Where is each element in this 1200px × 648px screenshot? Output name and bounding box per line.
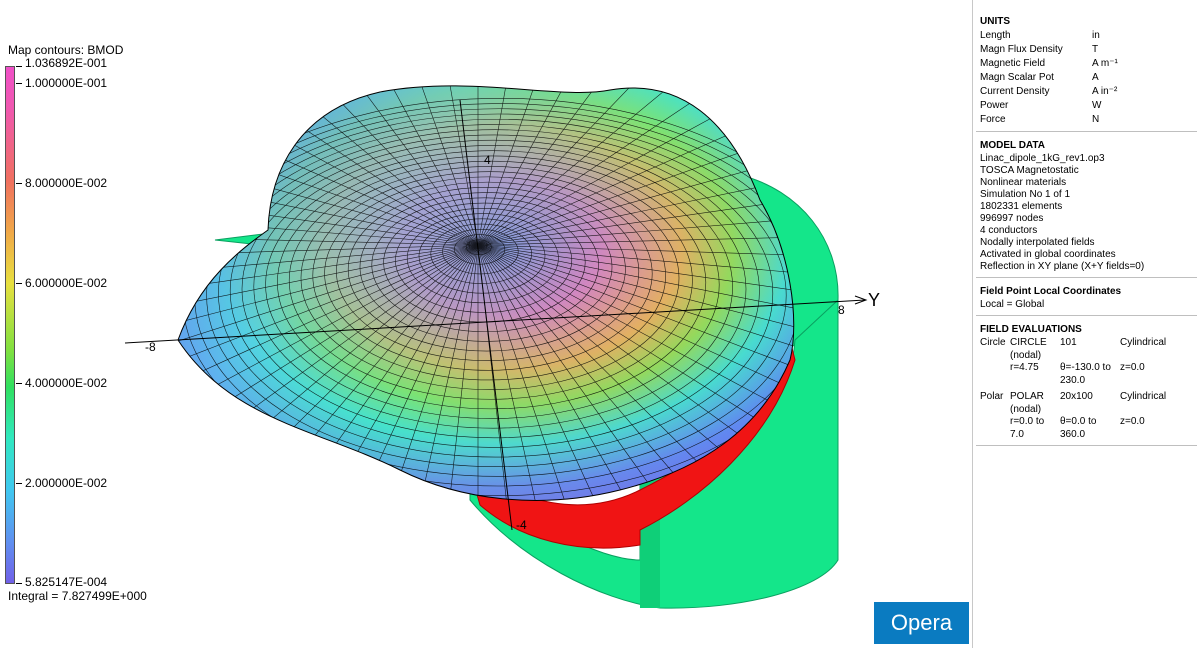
y-axis-name: Y: [868, 290, 881, 310]
unit-value: A: [1092, 72, 1099, 83]
opera-logo: Opera: [874, 602, 969, 644]
units-title: UNITS: [980, 16, 1010, 27]
eval-theta: θ=-130.0 to 230.0: [1060, 362, 1111, 386]
model-line: 1802331 elements: [980, 201, 1063, 212]
unit-value: A m⁻¹: [1092, 58, 1118, 69]
unit-value: in: [1092, 30, 1100, 41]
model-data-section: MODEL DATA Linac_dipole_1kG_rev1.op3 TOS…: [976, 132, 1197, 278]
legend-tick-min: [16, 583, 22, 584]
evaluation-polar: Polar POLAR 20x100 Cylindrical (nodal) r…: [980, 391, 1193, 441]
legend-tick: [16, 283, 22, 284]
eval-r: r=0.0 to 7.0: [1010, 416, 1045, 440]
legend-tick-label: 2.000000E-002: [25, 476, 108, 490]
eval-nodal: (nodal): [1010, 403, 1042, 415]
legend-tick: [16, 183, 22, 184]
unit-key: Length: [980, 30, 1011, 41]
model-data-title: MODEL DATA: [980, 140, 1045, 151]
3d-viewport[interactable]: Map contours: BMOD 1.036892E-001 1.00000…: [0, 0, 972, 648]
legend-max-label: 1.036892E-001: [25, 56, 108, 70]
eval-count: 20x100: [1060, 391, 1093, 402]
model-line: Nodally interpolated fields: [980, 237, 1095, 248]
integral-value: Integral = 7.827499E+000: [8, 589, 147, 603]
model-line: 4 conductors: [980, 225, 1038, 236]
model-line: 996997 nodes: [980, 213, 1044, 224]
unit-value: N: [1092, 114, 1100, 125]
eval-z: z=0.0: [1120, 362, 1145, 373]
z-axis-bottom-tick: -4: [516, 518, 527, 532]
model-line: TOSCA Magnetostatic: [980, 165, 1079, 176]
legend-color-bar: [5, 66, 15, 584]
eval-name: POLAR: [1010, 391, 1044, 402]
legend-min-label: 5.825147E-004: [25, 575, 108, 589]
unit-value: T: [1092, 44, 1099, 55]
eval-nodal: (nodal): [1010, 349, 1042, 361]
model-line: Activated in global coordinates: [980, 249, 1116, 260]
model-line: Linac_dipole_1kG_rev1.op3: [980, 153, 1105, 164]
legend-tick-max: [16, 66, 22, 67]
eval-kind: Polar: [980, 391, 1004, 402]
eval-kind: Circle: [980, 337, 1006, 348]
info-panel: UNITS Length in Magn Flux Density T Magnet…: [972, 0, 1200, 648]
legend-tick: [16, 383, 22, 384]
legend-tick-label: 8.000000E-002: [25, 176, 108, 190]
model-line: Simulation No 1 of 1: [980, 189, 1071, 200]
legend-tick: [16, 83, 22, 84]
y-axis-pos-tick: 8: [838, 303, 845, 317]
field-evaluations-title: FIELD EVALUATIONS: [980, 324, 1082, 335]
legend-tick-label: 4.000000E-002: [25, 376, 108, 390]
legend-tick-label: 1.000000E-001: [25, 76, 108, 90]
unit-key: Magn Scalar Pot: [980, 72, 1054, 83]
legend-title: Map contours: BMOD: [8, 43, 124, 57]
model-line: Reflection in XY plane (X+Y fields=0): [980, 261, 1145, 272]
eval-coord: Cylindrical: [1120, 391, 1167, 402]
unit-key: Magn Flux Density: [980, 44, 1063, 55]
legend-tick-label: 6.000000E-002: [25, 276, 108, 290]
field-plot-scene: [124, 85, 868, 609]
legend-tick: [16, 483, 22, 484]
unit-key: Power: [980, 100, 1009, 111]
field-evaluations-section: FIELD EVALUATIONS Circle CIRCLE 101 Cyli…: [976, 316, 1197, 446]
eval-name: CIRCLE: [1010, 337, 1047, 348]
unit-key: Force: [980, 114, 1006, 125]
unit-key: Magnetic Field: [980, 58, 1046, 69]
unit-key: Current Density: [980, 86, 1050, 97]
eval-z: z=0.0: [1120, 416, 1145, 427]
unit-value: A in⁻²: [1092, 86, 1118, 97]
eval-coord: Cylindrical: [1120, 337, 1167, 348]
units-section: UNITS Length in Magn Flux Density T Magnet…: [976, 0, 1197, 132]
evaluation-circle: Circle CIRCLE 101 Cylindrical (nodal) r=…: [980, 337, 1193, 387]
field-point-line: Local = Global: [980, 299, 1045, 310]
field-point-title: Field Point Local Coordinates: [980, 286, 1122, 297]
field-point-section: Field Point Local Coordinates Local = Gl…: [976, 278, 1197, 316]
z-axis-top-tick: 4: [484, 153, 491, 167]
eval-count: 101: [1060, 337, 1077, 348]
y-axis-neg-tick: -8: [145, 340, 156, 354]
eval-r: r=4.75: [1010, 362, 1039, 373]
model-line: Nonlinear materials: [980, 177, 1067, 188]
unit-value: W: [1092, 100, 1102, 111]
eval-theta: θ=0.0 to 360.0: [1060, 416, 1097, 440]
